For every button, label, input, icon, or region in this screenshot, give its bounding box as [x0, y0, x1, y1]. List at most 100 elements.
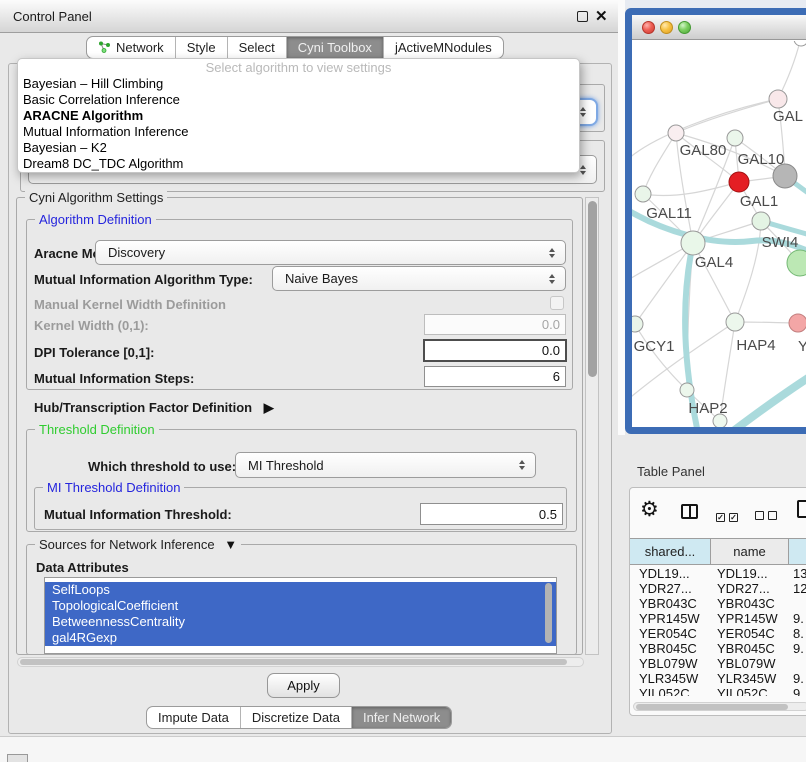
network-node[interactable] [680, 383, 694, 397]
attribute-item-selected[interactable]: gal4RGexp [45, 630, 556, 646]
network-view-window[interactable]: GALGAL80GAL10GAL1GAL11SWI4GAL4GCY1HAP4YH… [625, 8, 806, 434]
tab-infer-network[interactable]: Infer Network [351, 707, 451, 728]
mi-threshold-label: Mutual Information Threshold: [44, 507, 232, 522]
network-node[interactable] [773, 164, 797, 188]
network-node[interactable] [729, 172, 749, 192]
network-window-titlebar[interactable] [632, 15, 806, 40]
network-node[interactable] [632, 316, 643, 332]
algorithm-item[interactable]: ARACNE Algorithm [18, 108, 579, 124]
tab-cyni-toolbox[interactable]: Cyni Toolbox [286, 37, 383, 58]
hub-definition-label: Hub/Transcription Factor Definition [34, 400, 252, 415]
algorithm-item[interactable]: Bayesian – Hill Climbing [18, 76, 579, 92]
column-header-extra[interactable] [789, 539, 806, 564]
table-cell: YBL079W [711, 656, 789, 671]
panel-gap [618, 0, 625, 435]
manual-kernel-checkbox[interactable] [550, 296, 564, 310]
settings-vertical-scrollbar[interactable] [585, 197, 599, 655]
list-scrollbar-thumb[interactable] [545, 583, 552, 643]
algorithm-item[interactable]: Dream8 DC_TDC Algorithm [18, 156, 579, 172]
algorithm-list: Bayesian – Hill ClimbingBasic Correlatio… [18, 76, 579, 172]
data-attributes-list[interactable]: SelfLoopsTopologicalCoefficientBetweenne… [44, 577, 557, 654]
float-icon[interactable] [577, 11, 588, 22]
table-row[interactable]: YIL052CYIL052C9. [630, 686, 806, 696]
network-node[interactable] [794, 41, 806, 46]
mi-steps-field[interactable]: 6 [424, 366, 566, 387]
attribute-item-selected[interactable]: SelfLoops [45, 582, 556, 598]
attribute-item-selected[interactable]: BetweennessCentrality [45, 614, 556, 630]
network-node[interactable] [713, 414, 727, 427]
close-traffic-light[interactable] [642, 21, 655, 34]
table-row[interactable]: YPR145WYPR145W9. [630, 611, 806, 626]
hub-definition-toggle[interactable]: Hub/Transcription Factor Definition ▶ [34, 400, 274, 416]
tab-network[interactable]: Network [87, 37, 175, 58]
tab-style[interactable]: Style [175, 37, 227, 58]
zoom-traffic-light[interactable] [678, 21, 691, 34]
kernel-width-field[interactable]: 0.0 [424, 314, 566, 335]
checked-columns-icon[interactable]: ✓✓ [716, 507, 742, 525]
unchecked-columns-icon[interactable] [755, 507, 781, 525]
algorithm-item[interactable]: Mutual Information Inference [18, 124, 579, 140]
algorithm-definition-title: Algorithm Definition [35, 212, 156, 227]
tab-label: Network [116, 40, 164, 55]
attribute-item-selected[interactable]: TopologicalCoefficient [45, 598, 556, 614]
table-row[interactable]: YER054CYER054C8. [630, 626, 806, 641]
mi-type-combo[interactable]: Naive Bayes [272, 266, 566, 291]
which-threshold-value: MI Threshold [248, 458, 324, 473]
tab-jactivemnodules[interactable]: jActiveMNodules [383, 37, 503, 58]
tab-impute-data[interactable]: Impute Data [147, 707, 240, 728]
table-cell: YDR27... [630, 581, 711, 596]
table-row[interactable]: YLR345WYLR345W9. [630, 671, 806, 686]
network-node[interactable] [727, 130, 743, 146]
table-cell: 13 [789, 566, 806, 581]
apply-button[interactable]: Apply [267, 673, 340, 698]
network-node[interactable] [787, 250, 806, 276]
algorithm-item[interactable]: Basic Correlation Inference [18, 92, 579, 108]
network-node[interactable] [789, 314, 806, 332]
gear-icon[interactable]: ⚙ [640, 499, 659, 520]
table-row[interactable]: YDL19...YDL19...13 [630, 566, 806, 581]
mi-threshold-group-title: MI Threshold Definition [43, 480, 184, 495]
network-node[interactable] [726, 313, 744, 331]
columns-icon[interactable] [681, 504, 698, 519]
table-cell: YPR145W [711, 611, 789, 626]
scrollbar-thumb[interactable] [588, 201, 597, 377]
page-icon[interactable] [797, 500, 806, 518]
node-label: GAL11 [646, 205, 692, 222]
network-node[interactable] [681, 231, 705, 255]
aracne-mode-combo[interactable]: Discovery [95, 240, 566, 265]
table-cell: YBR043C [630, 596, 711, 611]
algorithm-item[interactable]: Bayesian – K2 [18, 140, 579, 156]
table-row[interactable]: YBR043CYBR043C [630, 596, 806, 611]
table-row[interactable]: YBR045CYBR045C9. [630, 641, 806, 656]
node-label: HAP4 [736, 337, 775, 354]
minimize-traffic-light[interactable] [660, 21, 673, 34]
column-header-shared[interactable]: shared... [630, 539, 711, 564]
mi-threshold-field[interactable]: 0.5 [420, 503, 563, 525]
checkbox-empty-icon [755, 511, 764, 520]
chevron-down-icon: ▼ [224, 537, 237, 552]
scrollbar-thumb[interactable] [20, 659, 567, 665]
network-node[interactable] [769, 90, 787, 108]
settings-horizontal-scrollbar[interactable] [17, 657, 584, 667]
network-node[interactable] [635, 186, 651, 202]
column-header-name[interactable]: name [711, 539, 789, 564]
dpi-tolerance-field[interactable]: 0.0 [423, 339, 567, 362]
bottom-left-widget[interactable] [7, 754, 28, 762]
table-row[interactable]: YBL079WYBL079W [630, 656, 806, 671]
node-label: SWI4 [762, 234, 799, 251]
network-node[interactable] [668, 125, 684, 141]
network-canvas[interactable]: GALGAL80GAL10GAL1GAL11SWI4GAL4GCY1HAP4YH… [632, 41, 806, 427]
mi-steps-value: 6 [553, 369, 560, 384]
settings-group-title: Cyni Algorithm Settings [25, 190, 167, 205]
network-node[interactable] [752, 212, 770, 230]
close-icon[interactable]: ✕ [595, 7, 608, 25]
table-row[interactable]: YDR27...YDR27...12 [630, 581, 806, 596]
bottom-strip [0, 737, 806, 762]
which-threshold-combo[interactable]: MI Threshold [235, 452, 536, 478]
scrollbar-thumb[interactable] [636, 704, 788, 710]
sources-group-title[interactable]: Sources for Network Inference ▼ [35, 537, 241, 552]
window-title: Control Panel [13, 0, 92, 33]
tab-discretize-data[interactable]: Discretize Data [240, 707, 351, 728]
table-horizontal-scrollbar[interactable] [633, 702, 806, 711]
tab-select[interactable]: Select [227, 37, 286, 58]
